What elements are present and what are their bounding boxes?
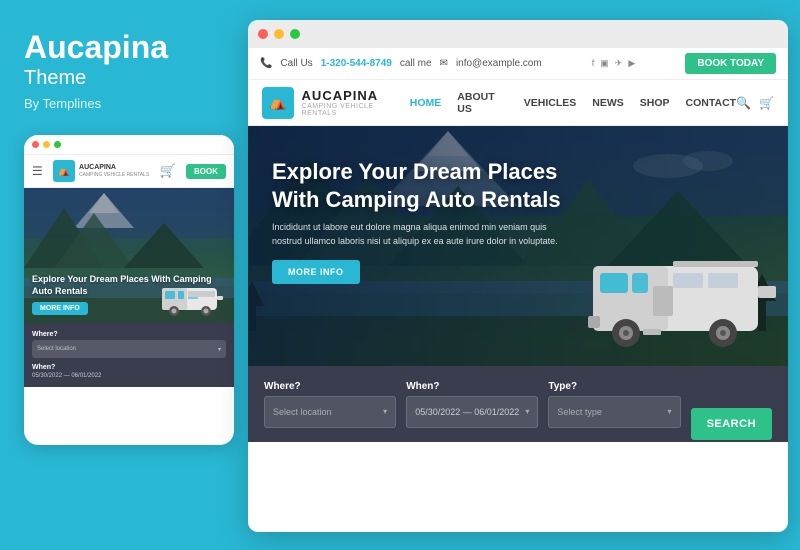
nav-item-news[interactable]: NEWS (592, 97, 624, 109)
email-address[interactable]: info@example.com (456, 58, 542, 69)
left-panel: Aucapina Theme By Templines ☰ ⛺ AUCAPINA… (0, 0, 248, 550)
hero-description: Incididunt ut labore eut dolore magna al… (272, 221, 564, 248)
nav-links: HOME ABOUT US VEHICLES NEWS SHOP CONTACT (410, 91, 736, 115)
mobile-select-arrow-icon: ▾ (218, 346, 221, 353)
nav-utility-icons: 🔍 🛒 (736, 96, 774, 110)
location-select[interactable]: Select location ▾ (264, 396, 396, 428)
mobile-location-select[interactable]: Select location ▾ (32, 340, 226, 358)
mobile-when-label: When? (32, 364, 226, 371)
mobile-cart-icon[interactable]: 🛒 (160, 163, 176, 179)
date-select[interactable]: 05/30/2022 — 06/01/2022 ▾ (406, 396, 538, 428)
type-label: Type? (548, 381, 680, 392)
nav-logo: ⛺ AUCAPINA CAMPING VEHICLE RENTALS (262, 87, 410, 119)
email-icon: ✉ (440, 58, 448, 69)
mobile-dot-green (54, 141, 61, 148)
telegram-icon[interactable]: ✈ (615, 58, 623, 69)
window-dot-yellow[interactable] (274, 29, 284, 39)
mobile-logo: ⛺ AUCAPINA CAMPING VEHICLE RENTALS (53, 160, 149, 182)
book-today-button[interactable]: BOOK TODAY (685, 53, 776, 74)
type-arrow-icon: ▾ (668, 407, 672, 416)
call-me-text[interactable]: call me (400, 58, 432, 69)
hero-title: Explore Your Dream Places With Camping A… (272, 158, 564, 213)
facebook-icon[interactable]: f (592, 58, 595, 69)
location-arrow-icon: ▾ (383, 407, 387, 416)
brand-theme: Theme (24, 67, 224, 90)
date-arrow-icon: ▾ (525, 407, 529, 416)
type-select[interactable]: Select type ▾ (548, 396, 680, 428)
mobile-hero: Explore Your Dream Places With Camping A… (24, 188, 234, 323)
mobile-hamburger-icon[interactable]: ☰ (32, 164, 43, 178)
when-field: When? 05/30/2022 — 06/01/2022 ▾ (406, 381, 538, 428)
mobile-nav: ☰ ⛺ AUCAPINA CAMPING VEHICLE RENTALS 🛒 B… (24, 155, 234, 188)
instagram-icon[interactable]: ▣ (600, 58, 609, 69)
mobile-book-button[interactable]: BOOK (186, 164, 226, 179)
window-dot-red[interactable] (258, 29, 268, 39)
mobile-dot-red (32, 141, 39, 148)
nav-logo-text: AUCAPINA (302, 88, 410, 103)
nav-logo-icon: ⛺ (262, 87, 294, 119)
cart-icon[interactable]: 🛒 (759, 96, 774, 110)
mobile-logo-sub: CAMPING VEHICLE RENTALS (79, 172, 149, 178)
social-icons: f ▣ ✈ ▶ (592, 58, 636, 69)
location-placeholder: Select location (273, 407, 332, 417)
date-value: 05/30/2022 — 06/01/2022 (415, 407, 519, 417)
mobile-window-bar (24, 135, 234, 155)
topbar-left: 📞 Call Us 1-320-544-8749 call me ✉ info@… (260, 58, 542, 69)
mobile-dot-yellow (43, 141, 50, 148)
nav-item-contact[interactable]: CONTACT (686, 97, 737, 109)
mobile-logo-text: AUCAPINA (79, 164, 149, 172)
brand-name: Aucapina (24, 30, 224, 65)
call-label: Call Us (280, 58, 312, 69)
where-label: Where? (264, 381, 396, 392)
mobile-more-info-button[interactable]: MORE INFO (32, 302, 88, 315)
window-dot-green[interactable] (290, 29, 300, 39)
desktop-rv-image (588, 231, 778, 366)
mobile-location-placeholder: Select location (37, 346, 76, 352)
mobile-where-label: Where? (32, 331, 226, 338)
type-placeholder: Select type (557, 407, 602, 417)
nav-item-about[interactable]: ABOUT US (457, 91, 507, 115)
search-icon[interactable]: 🔍 (736, 96, 751, 110)
type-field: Type? Select type ▾ (548, 381, 680, 428)
search-bar: Where? Select location ▾ When? 05/30/202… (248, 366, 788, 442)
more-info-button[interactable]: MORE INFO (272, 260, 360, 284)
when-label: When? (406, 381, 538, 392)
where-field: Where? Select location ▾ (264, 381, 396, 428)
hero-content: Explore Your Dream Places With Camping A… (248, 126, 588, 316)
desktop-top-bar: 📞 Call Us 1-320-544-8749 call me ✉ info@… (248, 48, 788, 80)
mobile-date-value: 05/30/2022 — 06/01/2022 (32, 373, 226, 379)
mobile-mockup: ☰ ⛺ AUCAPINA CAMPING VEHICLE RENTALS 🛒 B… (24, 135, 234, 445)
nav-item-shop[interactable]: SHOP (640, 97, 670, 109)
mobile-logo-icon: ⛺ (53, 160, 75, 182)
desktop-window-bar (248, 20, 788, 48)
phone-icon: 📞 (260, 58, 272, 69)
phone-number[interactable]: 1-320-544-8749 (321, 58, 392, 69)
nav-logo-sub: CAMPING VEHICLE RENTALS (302, 103, 410, 117)
mobile-hero-title: Explore Your Dream Places With Camping A… (32, 274, 226, 297)
mobile-hero-content: Explore Your Dream Places With Camping A… (24, 266, 234, 323)
brand-by: By Templines (24, 96, 224, 111)
search-button[interactable]: SEARCH (691, 408, 772, 440)
nav-item-home[interactable]: HOME (410, 97, 442, 109)
mobile-form: Where? Select location ▾ When? 05/30/202… (24, 323, 234, 387)
nav-item-vehicles[interactable]: VEHICLES (524, 97, 577, 109)
desktop-mockup: 📞 Call Us 1-320-544-8749 call me ✉ info@… (248, 20, 788, 532)
desktop-nav: ⛺ AUCAPINA CAMPING VEHICLE RENTALS HOME … (248, 80, 788, 126)
hero-section: Explore Your Dream Places With Camping A… (248, 126, 788, 366)
youtube-icon[interactable]: ▶ (628, 58, 635, 69)
